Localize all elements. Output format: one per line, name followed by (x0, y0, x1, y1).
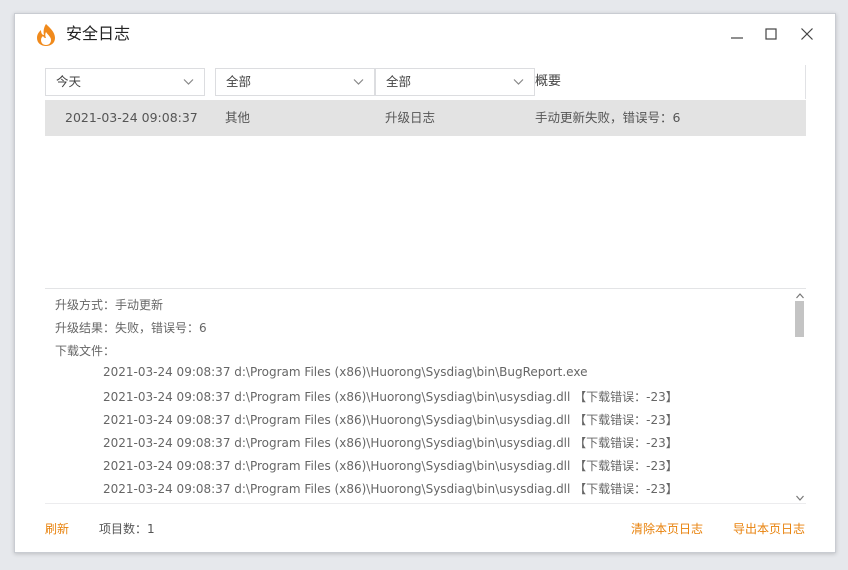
row-time: 2021-03-24 09:08:37 (65, 110, 198, 125)
window-title: 安全日志 (66, 24, 131, 43)
list-item: 2021-03-24 09:08:37 d:\Program Files (x8… (103, 390, 678, 404)
list-item: 2021-03-24 09:08:37 d:\Program Files (x8… (103, 436, 678, 450)
scroll-up-icon[interactable] (795, 292, 805, 300)
row-category: 其他 (225, 110, 251, 125)
close-icon (801, 28, 813, 40)
export-page-log-link[interactable]: 导出本页日志 (733, 520, 805, 537)
log-list: 2021-03-24 09:08:37 其他 升级日志 手动更新失败，错误号：6 (45, 100, 806, 288)
security-log-window: 安全日志 今天 全部 全部 概要 2021-03-24 09:08:37 其他 … (14, 13, 836, 553)
huorong-flame-icon (37, 24, 55, 46)
maximize-button[interactable] (759, 23, 783, 45)
chevron-down-icon (513, 79, 524, 85)
minimize-icon (731, 37, 743, 39)
detail-method: 升级方式：手动更新 (55, 298, 164, 312)
table-row[interactable]: 2021-03-24 09:08:37 其他 升级日志 手动更新失败，错误号：6 (45, 100, 806, 136)
row-summary: 手动更新失败，错误号：6 (535, 110, 681, 125)
category-filter-value: 全部 (226, 74, 252, 89)
item-count: 项目数：1 (99, 522, 155, 536)
maximize-icon (765, 28, 777, 40)
clear-page-log-link[interactable]: 清除本页日志 (631, 520, 703, 537)
type-filter-dropdown[interactable]: 全部 (375, 68, 535, 96)
divider (45, 288, 806, 289)
list-item: 2021-03-24 09:08:37 d:\Program Files (x8… (103, 482, 678, 496)
list-item: 2021-03-24 09:08:37 d:\Program Files (x8… (103, 459, 678, 473)
category-filter-dropdown[interactable]: 全部 (215, 68, 375, 96)
time-filter-dropdown[interactable]: 今天 (45, 68, 205, 96)
chevron-down-icon (353, 79, 364, 85)
chevron-down-icon (183, 79, 194, 85)
summary-column-header: 概要 (535, 74, 562, 89)
column-divider (805, 65, 806, 99)
log-detail-panel: 升级方式：手动更新 升级结果：失败，错误号：6 下载文件： 2021-03-24… (45, 290, 806, 503)
filter-toolbar: 今天 全部 全部 概要 (45, 65, 806, 99)
refresh-link[interactable]: 刷新 (45, 520, 69, 537)
detail-files-label: 下载文件： (55, 344, 116, 358)
footer-divider (45, 503, 806, 504)
type-filter-value: 全部 (386, 74, 412, 89)
close-button[interactable] (795, 23, 819, 45)
scrollbar-thumb[interactable] (795, 301, 804, 337)
row-type: 升级日志 (385, 110, 436, 125)
minimize-button[interactable] (725, 23, 749, 45)
time-filter-value: 今天 (56, 74, 82, 89)
list-item: 2021-03-24 09:08:37 d:\Program Files (x8… (103, 365, 588, 379)
list-item: 2021-03-24 09:08:37 d:\Program Files (x8… (103, 413, 678, 427)
title-bar[interactable]: 安全日志 (15, 14, 835, 54)
scroll-down-icon[interactable] (795, 494, 805, 502)
detail-result: 升级结果：失败，错误号：6 (55, 321, 207, 335)
